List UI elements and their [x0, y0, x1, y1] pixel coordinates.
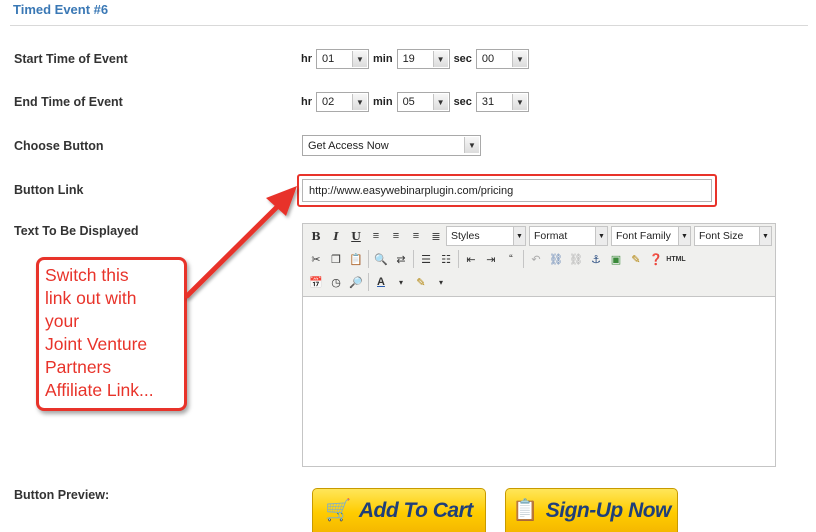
sign-up-button[interactable]: 📋 Sign-Up Now [505, 488, 678, 532]
add-to-cart-button[interactable]: 🛒 Add To Cart [312, 488, 486, 532]
sign-up-label: Sign-Up Now [545, 498, 672, 522]
button-preview-label: Button Preview: [14, 488, 110, 502]
annotation-arrow [184, 186, 297, 299]
cart-icon: 🛒 [325, 498, 351, 522]
form-icon: 📋 [512, 498, 538, 522]
add-to-cart-label: Add To Cart [358, 498, 473, 522]
